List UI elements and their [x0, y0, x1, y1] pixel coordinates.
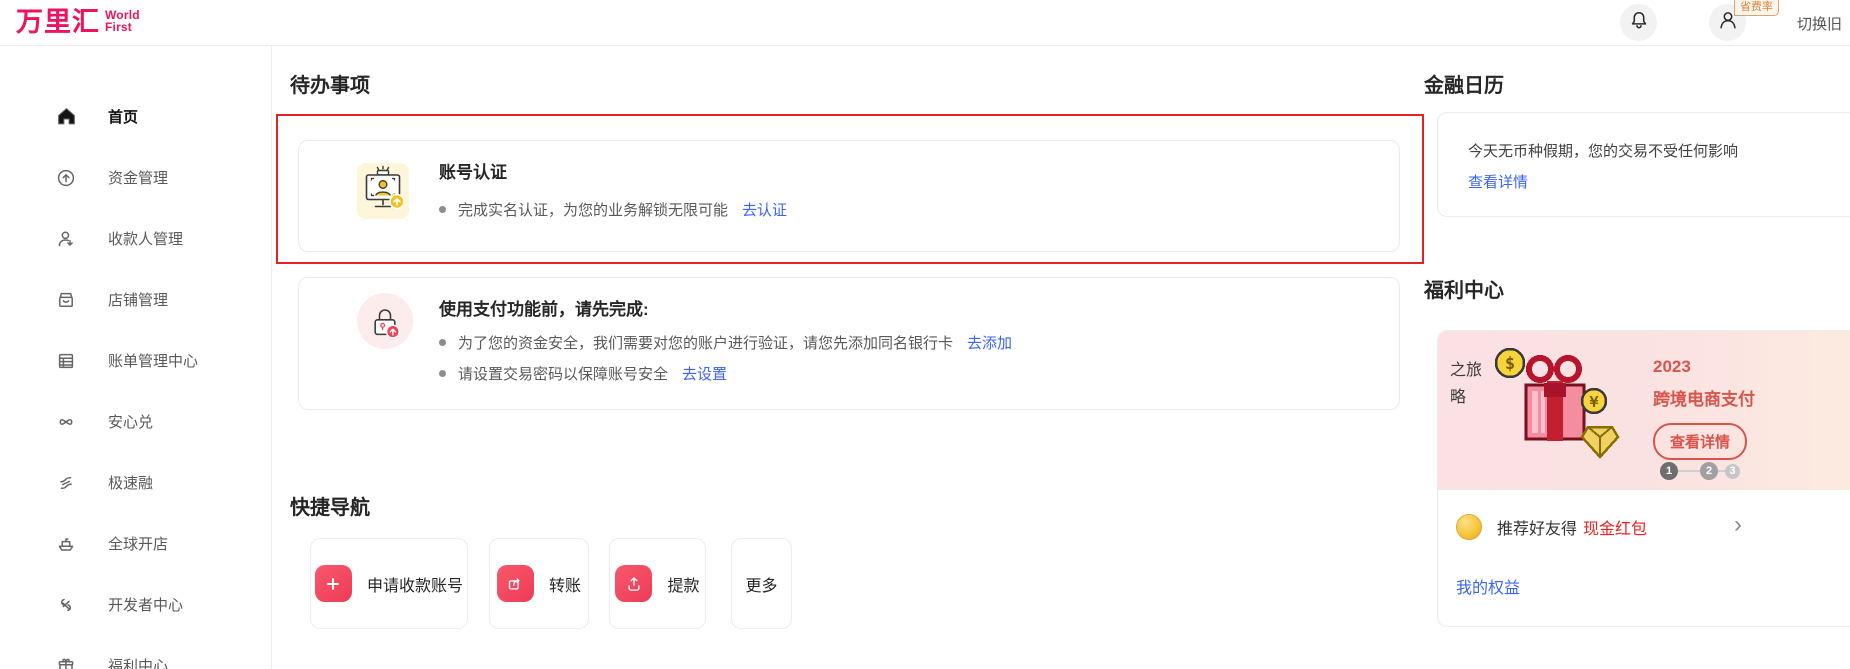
bullet-dot: [439, 206, 446, 213]
payee-icon: [56, 228, 82, 250]
funds-icon: [56, 167, 82, 189]
right-panel: 金融日历 今天无币种假期，您的交易不受任何影响 查看详情 福利中心 之旅 略 $: [1424, 46, 1850, 627]
sidebar-item-welfare[interactable]: 福利中心: [0, 635, 271, 669]
referral-text: 推荐好友得: [1497, 521, 1578, 538]
account-verify-icon: [357, 163, 409, 219]
quick-button-label: 提款: [667, 577, 700, 595]
plus-icon: [314, 565, 352, 602]
global-store-icon: [56, 533, 82, 555]
switch-version-link[interactable]: 切换旧: [1797, 13, 1842, 34]
sidebar-item-label: 福利中心: [108, 658, 169, 669]
transfer-button[interactable]: 转账: [489, 538, 589, 629]
calendar-message: 今天无币种假期，您的交易不受任何影响: [1468, 143, 1739, 160]
top-header: 万里汇 World First 省费率 切换旧: [0, 0, 1850, 46]
sidebar-item-financing[interactable]: 极速融: [0, 452, 271, 513]
bell-icon: [1627, 8, 1651, 37]
quick-button-label: 转账: [548, 577, 581, 595]
sidebar-item-home[interactable]: 首页: [0, 86, 271, 147]
sidebar-item-label: 收款人管理: [108, 231, 184, 248]
my-benefits-link[interactable]: 我的权益: [1456, 574, 1520, 598]
calendar-section-title: 金融日历: [1424, 75, 1504, 97]
developer-icon: [56, 594, 82, 616]
referral-highlight: 现金红包: [1583, 521, 1648, 538]
main-content: 待办事项 账号认证 完成实名认证，为您的业务解锁无限可能 去认证 使用支付功能前…: [290, 46, 1400, 629]
sidebar-item-label: 开发者中心: [108, 597, 184, 614]
sidebar-item-payees[interactable]: 收款人管理: [0, 208, 271, 269]
go-add-bank-link[interactable]: 去添加: [967, 332, 1012, 353]
banner-left-text: 之旅 略: [1450, 362, 1483, 406]
card-title: 使用支付功能前，请先完成:: [439, 300, 649, 319]
home-icon: [56, 106, 82, 128]
quick-button-label: 更多: [745, 577, 778, 595]
bullet-text: 完成实名认证，为您的业务解锁无限可能: [458, 202, 729, 219]
banner-details-button[interactable]: 查看详情: [1653, 423, 1748, 460]
gift-box-illustration: $ ¥: [1488, 339, 1626, 482]
logo-en-text: World First: [105, 8, 140, 34]
bullet-text: 请设置交易密码以保障账号安全: [458, 366, 669, 383]
sidebar-item-label: 安心兑: [108, 414, 154, 431]
bullet-dot: [439, 339, 446, 346]
calendar-details-link[interactable]: 查看详情: [1468, 171, 1528, 192]
financial-calendar-card: 今天无币种假期，您的交易不受任何影响 查看详情: [1437, 112, 1850, 217]
sidebar-item-label: 全球开店: [108, 536, 169, 553]
bullet-dot: [439, 370, 446, 377]
card-title: 账号认证: [439, 163, 507, 182]
welfare-icon: [56, 655, 82, 669]
lock-icon: [357, 293, 413, 349]
rate-badge[interactable]: 省费率: [1734, 0, 1779, 16]
withdraw-icon: [615, 565, 653, 602]
bullet-text: 为了您的资金安全，我们需要对您的账户进行验证，请您先添加同名银行卡: [458, 335, 954, 352]
sidebar-item-funds[interactable]: 资金管理: [0, 147, 271, 208]
exchange-icon: [56, 411, 82, 433]
quick-button-label: 申请收款账号: [366, 577, 463, 595]
sidebar-item-label: 资金管理: [108, 170, 169, 187]
coin-icon: [1456, 514, 1482, 540]
logo-cn-text: 万里汇: [16, 7, 100, 37]
page-dot-3[interactable]: 3: [1725, 463, 1740, 479]
todo-card-payment-prerequisites: 使用支付功能前，请先完成: 为了您的资金安全，我们需要对您的账户进行验证，请您先…: [298, 277, 1400, 410]
notifications-button[interactable]: [1620, 4, 1657, 41]
financing-icon: [56, 472, 82, 494]
chevron-right-icon: ›: [1734, 511, 1742, 538]
more-button[interactable]: 更多: [731, 538, 792, 629]
sidebar-item-developer[interactable]: 开发者中心: [0, 574, 271, 635]
quick-nav-section-title: 快捷导航: [290, 497, 370, 519]
welfare-section-title: 福利中心: [1424, 280, 1504, 302]
referral-row[interactable]: 推荐好友得 现金红包 ›: [1438, 490, 1850, 540]
sidebar-item-stores[interactable]: 店铺管理: [0, 269, 271, 330]
welfare-banner[interactable]: 之旅 略 $ ¥ 2023 跨境电商支付 查看详情 1 2 3: [1438, 331, 1850, 490]
bills-icon: [56, 350, 82, 372]
withdraw-button[interactable]: 提款: [609, 538, 706, 629]
sidebar-nav: 首页 资金管理 收款人管理 店铺管理 账单管理中心 安心兑 极速融 全球开店 开…: [0, 46, 272, 669]
sidebar-item-label: 账单管理中心: [108, 353, 199, 370]
transfer-icon: [496, 565, 534, 602]
apply-receiving-account-button[interactable]: 申请收款账号: [310, 538, 468, 629]
sidebar-item-label: 店铺管理: [108, 292, 169, 309]
sidebar-item-label: 极速融: [108, 475, 154, 492]
sidebar-item-label: 首页: [108, 109, 139, 126]
go-set-password-link[interactable]: 去设置: [682, 363, 727, 384]
page-dot-1[interactable]: 1: [1660, 462, 1678, 480]
go-verify-link[interactable]: 去认证: [742, 199, 787, 220]
sidebar-item-bills[interactable]: 账单管理中心: [0, 330, 271, 391]
store-icon: [56, 289, 82, 311]
svg-text:$: $: [1505, 354, 1515, 374]
sidebar-item-global-store[interactable]: 全球开店: [0, 513, 271, 574]
todo-section-title: 待办事项: [290, 75, 370, 97]
banner-subtitle: 跨境电商支付: [1653, 390, 1755, 409]
svg-text:¥: ¥: [1589, 393, 1598, 411]
banner-year: 2023: [1653, 357, 1691, 376]
sidebar-item-exchange[interactable]: 安心兑: [0, 391, 271, 452]
todo-card-account-verification: 账号认证 完成实名认证，为您的业务解锁无限可能 去认证: [298, 140, 1400, 252]
welfare-center-card: 之旅 略 $ ¥ 2023 跨境电商支付 查看详情 1 2 3 推荐好友得 现金…: [1437, 330, 1850, 627]
worldfirst-logo[interactable]: 万里汇 World First: [16, 5, 140, 39]
quick-nav-row: 申请收款账号 转账 提款 更多: [310, 538, 1400, 629]
banner-pagination[interactable]: 1 2 3: [1660, 462, 1740, 480]
page-dot-2[interactable]: 2: [1700, 462, 1718, 480]
